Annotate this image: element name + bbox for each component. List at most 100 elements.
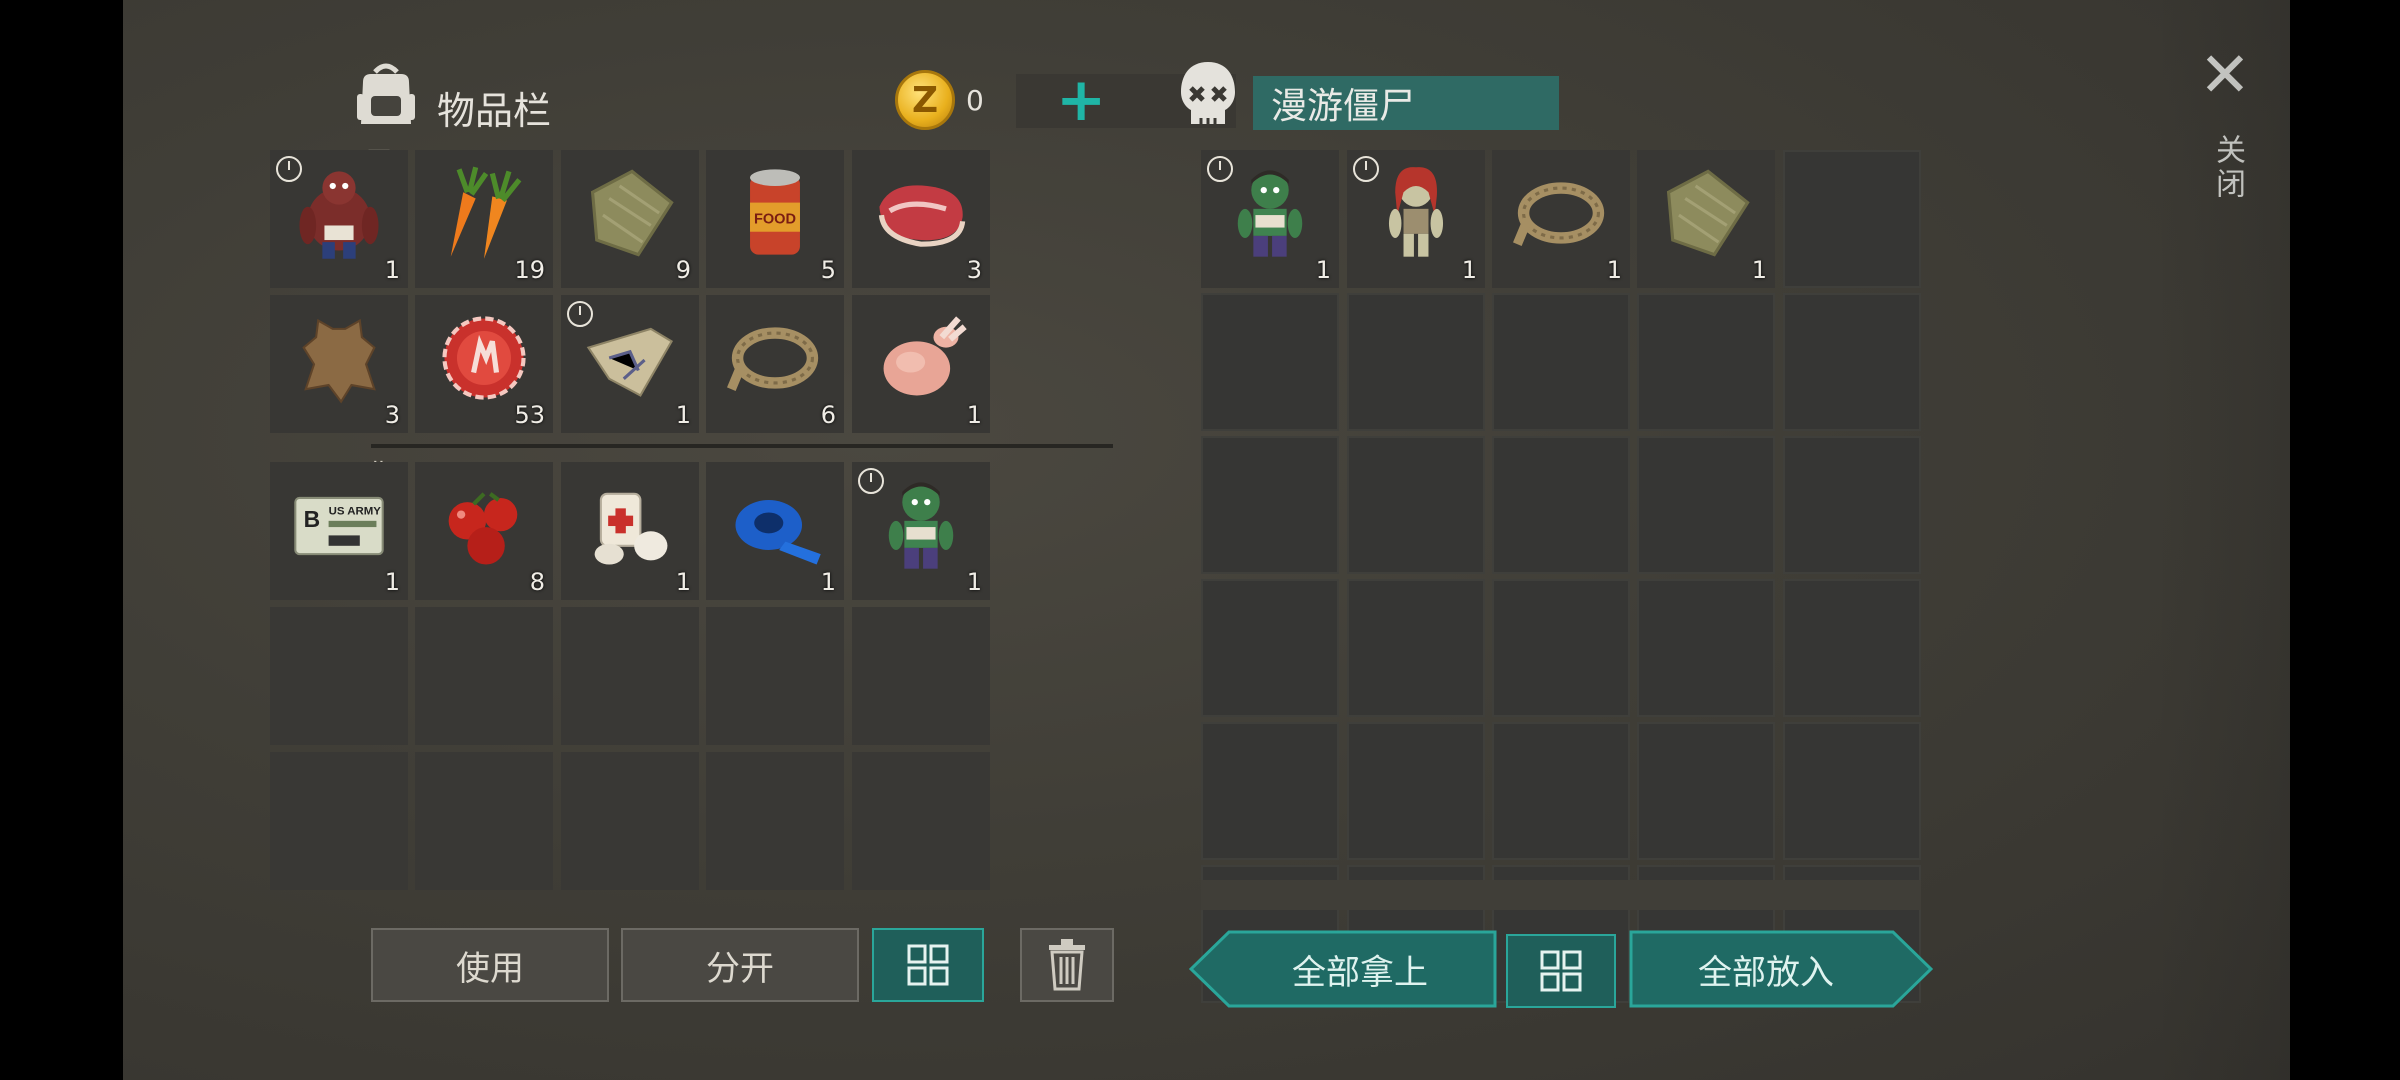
inventory-slot[interactable]: 1 xyxy=(1201,150,1339,288)
empty-slot[interactable] xyxy=(1347,293,1485,431)
food-can-icon: FOOD xyxy=(720,158,830,268)
empty-slot[interactable] xyxy=(1783,722,1921,860)
empty-slot[interactable] xyxy=(415,607,553,745)
empty-slot[interactable] xyxy=(1201,293,1339,431)
empty-slot[interactable] xyxy=(415,752,553,890)
empty-slot[interactable] xyxy=(706,752,844,890)
inventory-slot[interactable]: 1 xyxy=(1347,150,1485,288)
empty-slot[interactable] xyxy=(852,752,990,890)
empty-slot[interactable] xyxy=(852,607,990,745)
timer-icon xyxy=(276,156,302,182)
item-count: 1 xyxy=(966,401,982,429)
animal-hide-icon xyxy=(284,303,394,413)
inventory-slot[interactable]: 19 xyxy=(415,150,553,288)
empty-slot[interactable] xyxy=(1783,579,1921,717)
empty-slot[interactable] xyxy=(1783,293,1921,431)
inventory-slot[interactable]: 1 xyxy=(1637,150,1775,288)
cloth-icon xyxy=(1651,158,1761,268)
loot-sort-button[interactable] xyxy=(1506,934,1616,1008)
army-id-card-icon: B US ARMY xyxy=(284,470,394,580)
grid-scroll-mask xyxy=(1201,880,1921,910)
empty-slot[interactable] xyxy=(1637,436,1775,574)
inventory-slot[interactable]: B US ARMY 1 xyxy=(270,462,408,600)
item-count: 1 xyxy=(384,568,400,596)
add-coins-button[interactable]: + xyxy=(1056,70,1106,130)
svg-text:US ARMY: US ARMY xyxy=(329,506,382,518)
empty-slot[interactable] xyxy=(1783,436,1921,574)
item-count: 1 xyxy=(1606,256,1622,284)
item-count: 1 xyxy=(384,256,400,284)
timer-icon xyxy=(1353,156,1379,182)
inventory-slot[interactable]: 1 xyxy=(852,295,990,433)
empty-slot[interactable] xyxy=(1347,579,1485,717)
inventory-slot[interactable]: 1 xyxy=(852,462,990,600)
put-all-button[interactable]: 全部放入 xyxy=(1629,930,1903,1008)
empty-slot[interactable] xyxy=(561,752,699,890)
empty-slot[interactable] xyxy=(1637,722,1775,860)
inventory-slot[interactable]: 1 xyxy=(706,462,844,600)
inventory-slot[interactable]: 1 xyxy=(561,295,699,433)
empty-slot[interactable] xyxy=(1783,150,1921,288)
timer-icon xyxy=(1207,156,1233,182)
split-button[interactable]: 分开 xyxy=(621,928,859,1002)
item-count: 3 xyxy=(384,401,400,429)
coin-count: 0 xyxy=(966,84,984,117)
inventory-slot[interactable]: 3 xyxy=(270,295,408,433)
empty-slot[interactable] xyxy=(1201,722,1339,860)
use-button[interactable]: 使用 xyxy=(371,928,609,1002)
empty-slot[interactable] xyxy=(1201,436,1339,574)
skull-icon xyxy=(1181,62,1235,126)
grid-sort-icon xyxy=(907,944,949,986)
take-all-button[interactable]: 全部拿上 xyxy=(1223,930,1497,1008)
inventory-slot[interactable]: 1 xyxy=(270,150,408,288)
empty-slot[interactable] xyxy=(1347,436,1485,574)
loot-source-name: 漫游僵尸 xyxy=(1253,76,1559,130)
item-count: 3 xyxy=(966,256,982,284)
empty-slot[interactable] xyxy=(1347,722,1485,860)
item-count: 1 xyxy=(1461,256,1477,284)
svg-text:B: B xyxy=(304,506,321,532)
empty-slot[interactable] xyxy=(1637,293,1775,431)
item-count: 19 xyxy=(514,256,545,284)
empty-slot[interactable] xyxy=(270,752,408,890)
inventory-slot[interactable]: 1 xyxy=(1492,150,1630,288)
close-label[interactable]: 关闭 xyxy=(2205,134,2249,202)
close-icon[interactable]: ✕ xyxy=(2199,44,2251,106)
berries-icon xyxy=(429,470,539,580)
raw-chicken-icon xyxy=(866,303,976,413)
empty-slot[interactable] xyxy=(1492,722,1630,860)
item-count: 8 xyxy=(529,568,545,596)
raw-steak-icon xyxy=(866,158,976,268)
item-count: 1 xyxy=(966,568,982,596)
inventory-slot[interactable]: 1 xyxy=(561,462,699,600)
inventory-slot[interactable]: 53 xyxy=(415,295,553,433)
item-count: 1 xyxy=(1751,256,1767,284)
empty-slot[interactable] xyxy=(270,607,408,745)
inventory-slot[interactable]: 9 xyxy=(561,150,699,288)
backpack-icon xyxy=(357,63,415,124)
empty-slot[interactable] xyxy=(706,607,844,745)
can-label: FOOD xyxy=(754,211,796,227)
item-count: 1 xyxy=(820,568,836,596)
empty-slot[interactable] xyxy=(1492,579,1630,717)
empty-slot[interactable] xyxy=(1637,579,1775,717)
inventory-slot[interactable]: 8 xyxy=(415,462,553,600)
sort-button[interactable] xyxy=(872,928,984,1002)
empty-slot[interactable] xyxy=(1492,436,1630,574)
bandage-icon xyxy=(575,470,685,580)
item-count: 5 xyxy=(820,256,836,284)
inventory-slot[interactable]: 6 xyxy=(706,295,844,433)
trash-button[interactable] xyxy=(1020,928,1114,1002)
rope-icon xyxy=(1506,158,1616,268)
item-count: 1 xyxy=(675,401,691,429)
empty-slot[interactable] xyxy=(1201,579,1339,717)
empty-slot[interactable] xyxy=(1492,293,1630,431)
carrot-icon xyxy=(429,158,539,268)
empty-slot[interactable] xyxy=(561,607,699,745)
grid-sort-icon xyxy=(1540,950,1582,992)
inventory-slot[interactable]: 3 xyxy=(852,150,990,288)
timer-icon xyxy=(858,468,884,494)
bottle-cap-icon xyxy=(429,303,539,413)
section-divider xyxy=(371,444,1113,448)
inventory-slot[interactable]: FOOD 5 xyxy=(706,150,844,288)
